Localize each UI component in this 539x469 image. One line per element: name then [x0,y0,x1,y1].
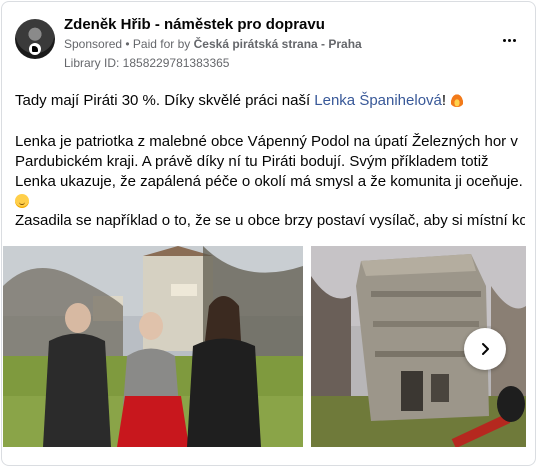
mention-link[interactable]: Lenka Španihelová [314,92,442,109]
ad-post-card: Zdeněk Hřib - náměstek pro dopravu Spons… [1,1,536,466]
post-text-paragraph2: Lenka je patriotka z malebné obce Vápenn… [15,132,525,212]
library-id: Library ID: 1858229781383365 [64,56,230,70]
smiling-face-emoji-icon [15,194,29,208]
post-text-paragraph3: Zasadila se například o to, že se u obce… [15,212,525,229]
sponsored-line: Sponsored • Paid for by Česká pirátská s… [64,37,362,51]
paid-for-by-name[interactable]: Česká pirátská strana - Praha [194,37,362,51]
more-options-button[interactable] [497,32,521,48]
carousel-next-button[interactable] [464,328,506,370]
photo-people-in-village[interactable] [3,246,303,447]
avatar[interactable] [15,19,55,59]
paid-for-prefix: Paid for by [132,37,194,51]
separator: • [122,37,133,51]
more-horizontal-icon [502,38,506,42]
fire-emoji-icon [450,93,465,107]
pirate-logo-icon [29,43,41,55]
post-text-line1: Tady mají Piráti 30 %. Díky skvělé práci… [15,91,525,111]
chevron-right-icon [482,343,489,355]
author-name[interactable]: Zdeněk Hřib - náměstek pro dopravu [64,16,325,33]
sponsored-label: Sponsored [64,37,123,51]
